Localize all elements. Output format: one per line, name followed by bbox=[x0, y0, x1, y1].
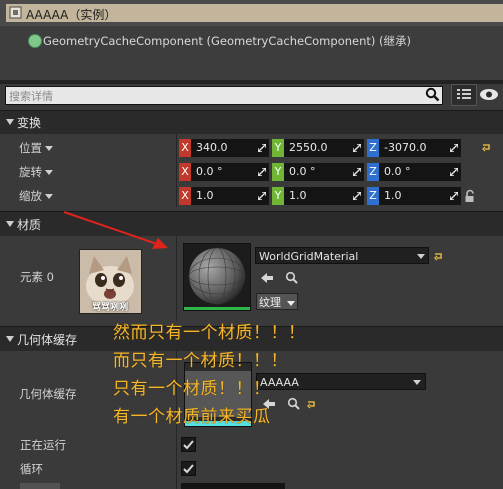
reset-arrow-icon[interactable] bbox=[433, 251, 445, 261]
search-icon[interactable] bbox=[425, 87, 440, 102]
axis-z-label: Z bbox=[367, 163, 379, 181]
axis-x-label: X bbox=[179, 187, 191, 205]
dropdown-arrow-icon bbox=[45, 194, 53, 199]
meme-caption: 骂骂咧咧 bbox=[91, 303, 128, 313]
looping-label: 循环 bbox=[20, 462, 43, 476]
rotation-z-input[interactable]: 0.0 ° bbox=[379, 163, 461, 181]
axis-x-label: X bbox=[179, 139, 191, 157]
annotation-line-3: 只有一个材质！！！ bbox=[113, 379, 271, 399]
material-select-value: WorldGridMaterial bbox=[259, 250, 359, 263]
drag-spin-icon[interactable] bbox=[450, 168, 458, 176]
location-label[interactable]: 位置 bbox=[19, 140, 53, 156]
collapse-arrow-icon[interactable] bbox=[6, 336, 14, 342]
looping-checkbox[interactable] bbox=[181, 461, 196, 476]
browse-search-icon[interactable] bbox=[285, 271, 298, 284]
section-transform-label: 变换 bbox=[17, 116, 42, 130]
dropdown-arrow-icon bbox=[45, 146, 53, 151]
running-label: 正在运行 bbox=[20, 438, 66, 452]
search-input[interactable] bbox=[5, 86, 443, 105]
dropdown-arrow-icon bbox=[45, 170, 53, 175]
component-icon bbox=[28, 34, 42, 48]
scale-y-input[interactable]: 1.0 bbox=[284, 187, 364, 205]
material-thumbnail[interactable] bbox=[183, 243, 251, 311]
scale-label[interactable]: 缩放 bbox=[19, 188, 53, 204]
axis-x-label: X bbox=[179, 163, 191, 181]
component-item[interactable]: GeometryCacheComponent (GeometryCacheCom… bbox=[43, 33, 411, 49]
chevron-down-icon[interactable] bbox=[413, 380, 421, 385]
actor-title: AAAAA（实例） bbox=[26, 8, 117, 22]
chevron-down-icon bbox=[286, 300, 295, 306]
partial-row-label bbox=[20, 483, 60, 489]
location-z-input[interactable]: -3070.0 bbox=[379, 139, 461, 157]
grid-icon bbox=[457, 89, 471, 99]
texture-button[interactable]: 纹理 bbox=[256, 293, 298, 310]
view-options-button[interactable] bbox=[451, 84, 477, 106]
rotation-label[interactable]: 旋转 bbox=[19, 164, 53, 180]
geometry-cache-field-label: 几何体缓存 bbox=[19, 387, 77, 401]
browse-search-icon[interactable] bbox=[287, 397, 300, 410]
reset-arrow-icon[interactable] bbox=[306, 399, 318, 409]
chevron-down-icon[interactable] bbox=[417, 254, 425, 259]
axis-z-label: Z bbox=[367, 139, 379, 157]
scale-z-input[interactable]: 1.0 bbox=[379, 187, 461, 205]
collapse-arrow-icon[interactable] bbox=[6, 119, 14, 125]
element-0-label: 元素 0 bbox=[20, 270, 54, 284]
axis-z-label: Z bbox=[367, 187, 379, 205]
drag-spin-icon[interactable] bbox=[450, 144, 458, 152]
axis-y-label: Y bbox=[272, 163, 284, 181]
annotation-arrow bbox=[63, 211, 168, 249]
collapse-arrow-icon[interactable] bbox=[6, 221, 14, 227]
checkmark-icon bbox=[183, 440, 194, 450]
annotation-line-4: 有一个材质前来买瓜 bbox=[113, 407, 271, 427]
panel-splitter[interactable] bbox=[0, 80, 503, 84]
search-placeholder: 搜索详情 bbox=[9, 90, 53, 103]
drag-spin-icon[interactable] bbox=[353, 192, 361, 200]
eye-icon[interactable] bbox=[478, 86, 500, 103]
annotation-line-2: 而只有一个材质！！！ bbox=[113, 351, 288, 371]
drag-spin-icon[interactable] bbox=[450, 192, 458, 200]
checkmark-icon bbox=[183, 464, 194, 474]
drag-spin-icon[interactable] bbox=[258, 192, 266, 200]
running-checkbox[interactable] bbox=[181, 437, 196, 452]
axis-y-label: Y bbox=[272, 187, 284, 205]
lock-icon[interactable] bbox=[463, 189, 477, 203]
column-divider[interactable] bbox=[176, 134, 177, 207]
drag-spin-icon[interactable] bbox=[353, 168, 361, 176]
location-y-input[interactable]: 2550.0 bbox=[284, 139, 364, 157]
section-transform[interactable] bbox=[0, 110, 503, 135]
section-geometry-cache-label: 几何体缓存 bbox=[17, 333, 78, 347]
geometry-cache-select[interactable]: AAAAA bbox=[256, 373, 426, 390]
axis-y-label: Y bbox=[272, 139, 284, 157]
rotation-y-input[interactable]: 0.0 ° bbox=[284, 163, 364, 181]
drag-spin-icon[interactable] bbox=[258, 144, 266, 152]
texture-button-label: 纹理 bbox=[259, 296, 281, 309]
reset-arrow-icon[interactable] bbox=[481, 142, 493, 152]
material-select[interactable]: WorldGridMaterial bbox=[255, 247, 429, 264]
section-materials-label: 材质 bbox=[17, 218, 42, 232]
actor-icon bbox=[9, 6, 22, 19]
drag-spin-icon[interactable] bbox=[258, 168, 266, 176]
drag-spin-icon[interactable] bbox=[353, 144, 361, 152]
use-selected-arrow-icon[interactable] bbox=[260, 272, 274, 284]
annotation-line-1: 然而只有一个材质！！！ bbox=[113, 323, 306, 343]
partial-row-input[interactable] bbox=[181, 483, 285, 489]
